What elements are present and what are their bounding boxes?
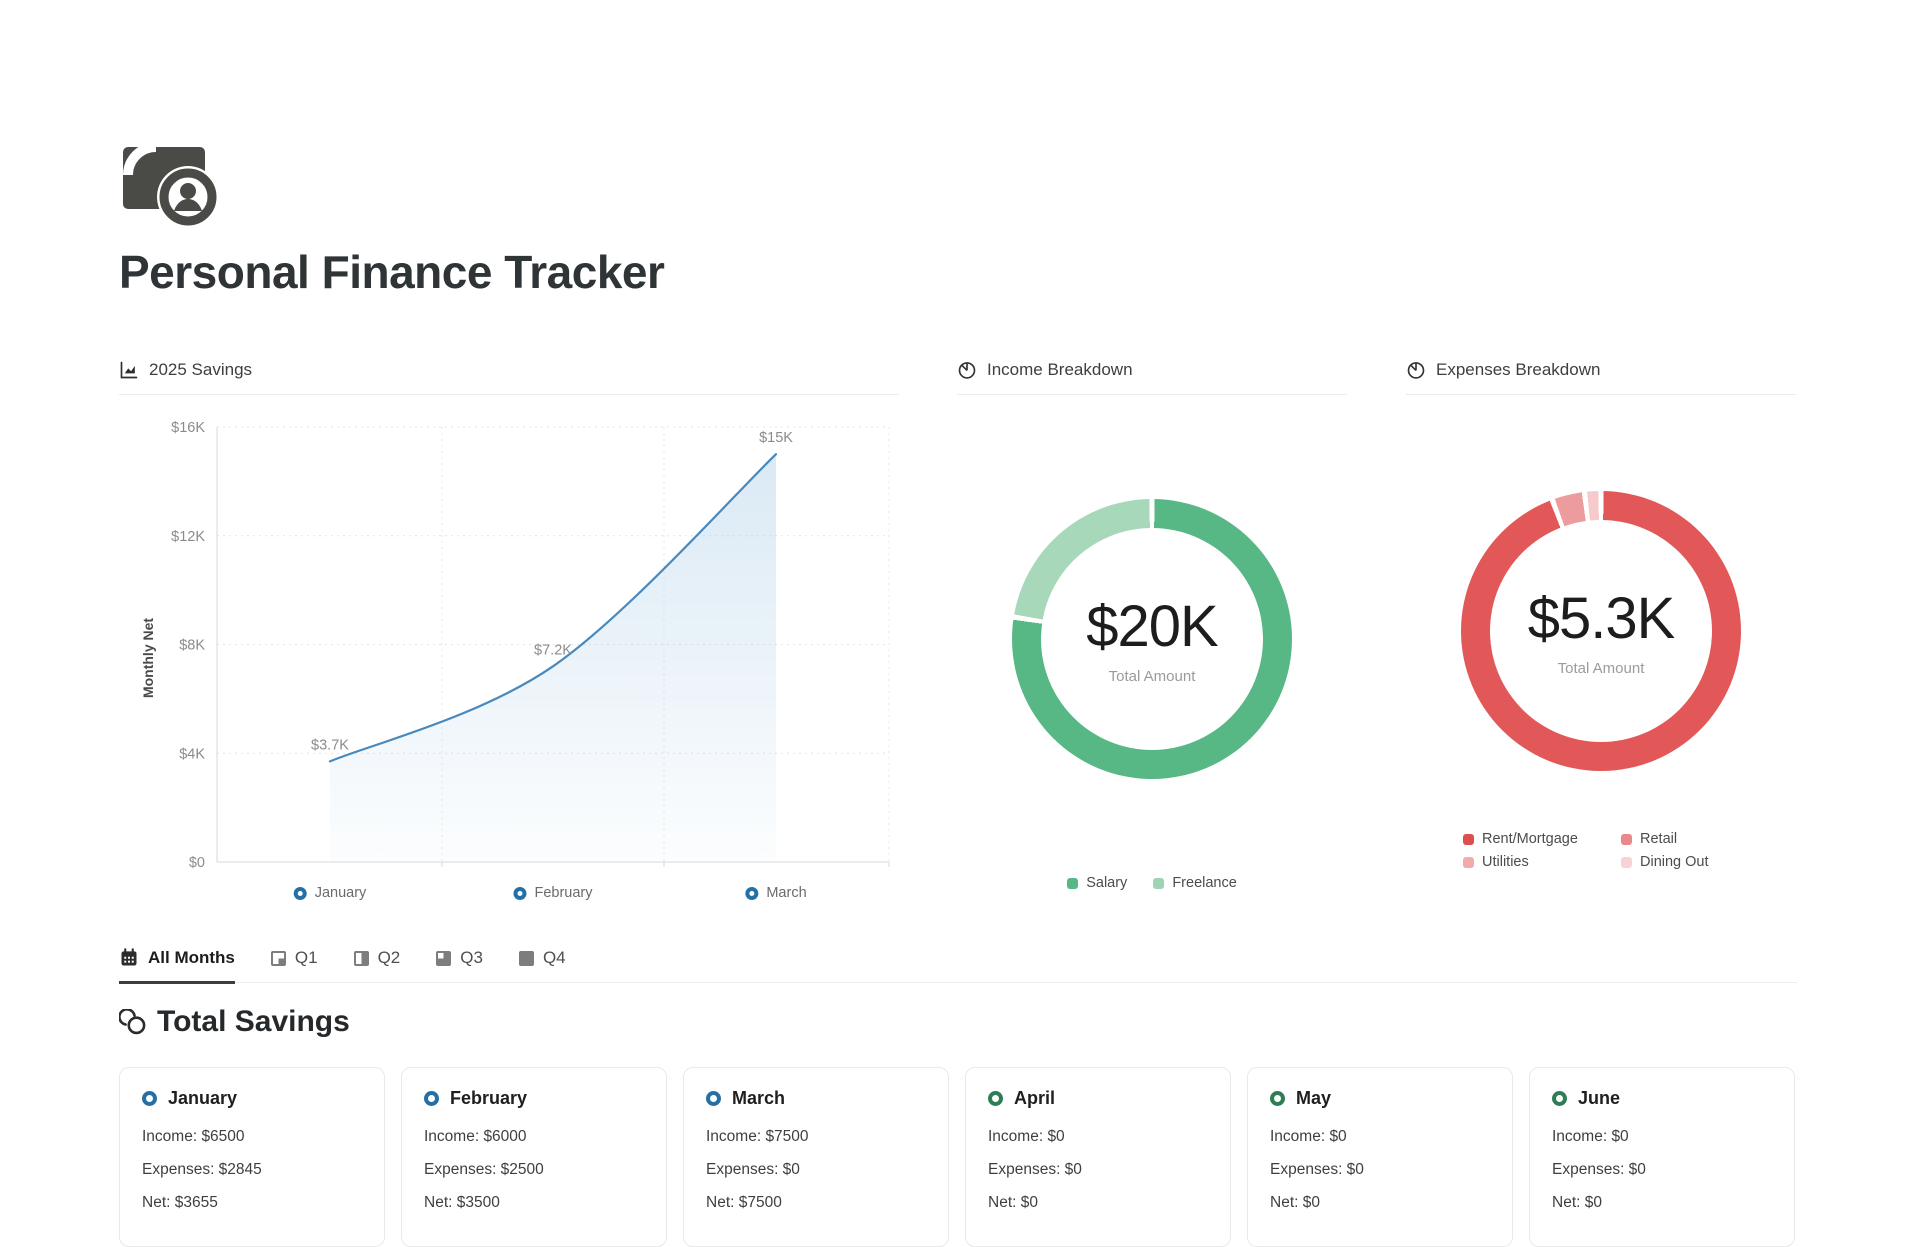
january-marker-dot xyxy=(294,887,307,900)
coins-icon xyxy=(119,1009,146,1036)
net-line: Net: $7500 xyxy=(706,1192,926,1213)
income-line: Income: $6000 xyxy=(424,1126,644,1147)
expenses-panel: Expenses Breakdown $5.3K Total Amount Re… xyxy=(1406,358,1796,908)
rent-swatch xyxy=(1463,834,1474,845)
expenses-total-caption: Total Amount xyxy=(1558,660,1645,677)
income-line: Income: $6500 xyxy=(142,1126,362,1147)
net-line: Net: $0 xyxy=(988,1192,1208,1213)
utilities-swatch xyxy=(1463,857,1474,868)
svg-text:$3.7K: $3.7K xyxy=(311,737,349,753)
x-tick-march: March xyxy=(745,885,806,901)
expenses-panel-header: Expenses Breakdown xyxy=(1406,358,1796,395)
month-dot xyxy=(142,1091,157,1106)
area-chart-icon xyxy=(119,360,139,380)
banknote-portrait-logo-icon xyxy=(122,141,222,229)
x-tick-february: February xyxy=(513,885,592,901)
income-donut-center: $20K Total Amount xyxy=(1012,499,1292,779)
income-donut-chart: $20K Total Amount xyxy=(1012,499,1292,779)
expenses-legend: Rent/Mortgage Retail Utilities Dining Ou… xyxy=(1463,831,1796,870)
svg-text:$0: $0 xyxy=(189,855,205,871)
income-line: Income: $7500 xyxy=(706,1126,926,1147)
month-card-april: April Income: $0 Expenses: $0 Net: $0 xyxy=(965,1067,1231,1247)
expenses-line: Expenses: $0 xyxy=(1270,1159,1490,1180)
tab-q1[interactable]: Q1 xyxy=(271,948,318,984)
freelance-swatch xyxy=(1153,878,1164,889)
quarter-3-square-icon xyxy=(436,951,451,966)
svg-text:$7.2K: $7.2K xyxy=(534,642,572,658)
legend-item-retail: Retail xyxy=(1621,831,1796,847)
legend-item-utilities: Utilities xyxy=(1463,854,1621,870)
tab-q4[interactable]: Q4 xyxy=(519,948,566,984)
dining-out-swatch xyxy=(1621,857,1632,868)
expenses-donut-center: $5.3K Total Amount xyxy=(1461,491,1741,771)
month-dot xyxy=(988,1091,1003,1106)
svg-text:$15K: $15K xyxy=(759,430,793,446)
svg-text:$4K: $4K xyxy=(179,746,205,762)
net-line: Net: $0 xyxy=(1552,1192,1772,1213)
net-line: Net: $3655 xyxy=(142,1192,362,1213)
legend-item-dining-out: Dining Out xyxy=(1621,854,1796,870)
page-content: Personal Finance Tracker 2025 Savings Mo… xyxy=(119,0,1797,1247)
legend-item-freelance: Freelance xyxy=(1153,875,1236,891)
month-card-january: January Income: $6500 Expenses: $2845 Ne… xyxy=(119,1067,385,1247)
savings-panel: 2025 Savings Monthly Net $16K $12K $8K $4K $… xyxy=(119,358,899,908)
expenses-line: Expenses: $0 xyxy=(706,1159,926,1180)
expenses-total-value: $5.3K xyxy=(1528,585,1675,652)
salary-swatch xyxy=(1067,878,1078,889)
expenses-panel-title: Expenses Breakdown xyxy=(1436,360,1600,380)
expenses-line: Expenses: $0 xyxy=(1552,1159,1772,1180)
month-dot xyxy=(1552,1091,1567,1106)
svg-text:$12K: $12K xyxy=(171,529,205,545)
income-panel-title: Income Breakdown xyxy=(987,360,1133,380)
total-savings-heading: Total Savings xyxy=(119,1005,1797,1039)
month-card-february: February Income: $6000 Expenses: $2500 N… xyxy=(401,1067,667,1247)
income-legend: Salary Freelance xyxy=(957,875,1347,891)
income-total-value: $20K xyxy=(1086,593,1217,660)
month-card-june: June Income: $0 Expenses: $0 Net: $0 xyxy=(1529,1067,1795,1247)
income-line: Income: $0 xyxy=(1270,1126,1490,1147)
expenses-line: Expenses: $2500 xyxy=(424,1159,644,1180)
month-dot xyxy=(1270,1091,1285,1106)
expenses-donut-chart: $5.3K Total Amount xyxy=(1461,491,1741,771)
svg-text:$16K: $16K xyxy=(171,420,205,436)
income-panel-header: Income Breakdown xyxy=(957,358,1347,395)
pie-chart-icon xyxy=(1406,360,1426,380)
total-savings-title: Total Savings xyxy=(157,1005,350,1039)
month-dot xyxy=(706,1091,721,1106)
tab-q2[interactable]: Q2 xyxy=(354,948,401,984)
month-cards-row: January Income: $6500 Expenses: $2845 Ne… xyxy=(119,1067,1797,1247)
savings-area-chart: $16K $12K $8K $4K $0 $3.7K $7.2K $15K xyxy=(145,417,907,887)
retail-swatch xyxy=(1621,834,1632,845)
x-tick-january: January xyxy=(294,885,367,901)
march-marker-dot xyxy=(745,887,758,900)
quarter-4-square-icon xyxy=(519,951,534,966)
savings-panel-header: 2025 Savings xyxy=(119,358,899,395)
expenses-line: Expenses: $0 xyxy=(988,1159,1208,1180)
month-dot xyxy=(424,1091,439,1106)
quarter-tabs: All Months Q1 Q2 Q3 Q4 xyxy=(119,948,1797,983)
page-title: Personal Finance Tracker xyxy=(119,245,1797,299)
legend-item-rent: Rent/Mortgage xyxy=(1463,831,1621,847)
tab-q3[interactable]: Q3 xyxy=(436,948,483,984)
income-line: Income: $0 xyxy=(1552,1126,1772,1147)
february-marker-dot xyxy=(513,887,526,900)
tab-all-months[interactable]: All Months xyxy=(119,948,235,984)
calendar-icon xyxy=(119,948,139,968)
month-card-march: March Income: $7500 Expenses: $0 Net: $7… xyxy=(683,1067,949,1247)
net-line: Net: $3500 xyxy=(424,1192,644,1213)
charts-row: 2025 Savings Monthly Net $16K$12K$8K$4K$… xyxy=(119,358,1797,908)
pie-chart-icon xyxy=(957,360,977,380)
income-line: Income: $0 xyxy=(988,1126,1208,1147)
quarter-1-square-icon xyxy=(271,951,286,966)
legend-item-salary: Salary xyxy=(1067,875,1127,891)
net-line: Net: $0 xyxy=(1270,1192,1490,1213)
y-axis-title: Monthly Net xyxy=(140,618,156,698)
income-panel: Income Breakdown $20K Total Amount Salar… xyxy=(957,358,1347,908)
quarter-2-square-icon xyxy=(354,951,369,966)
month-card-may: May Income: $0 Expenses: $0 Net: $0 xyxy=(1247,1067,1513,1247)
savings-panel-title: 2025 Savings xyxy=(149,360,252,380)
expenses-line: Expenses: $2845 xyxy=(142,1159,362,1180)
svg-text:$8K: $8K xyxy=(179,638,205,654)
income-total-caption: Total Amount xyxy=(1109,668,1196,685)
